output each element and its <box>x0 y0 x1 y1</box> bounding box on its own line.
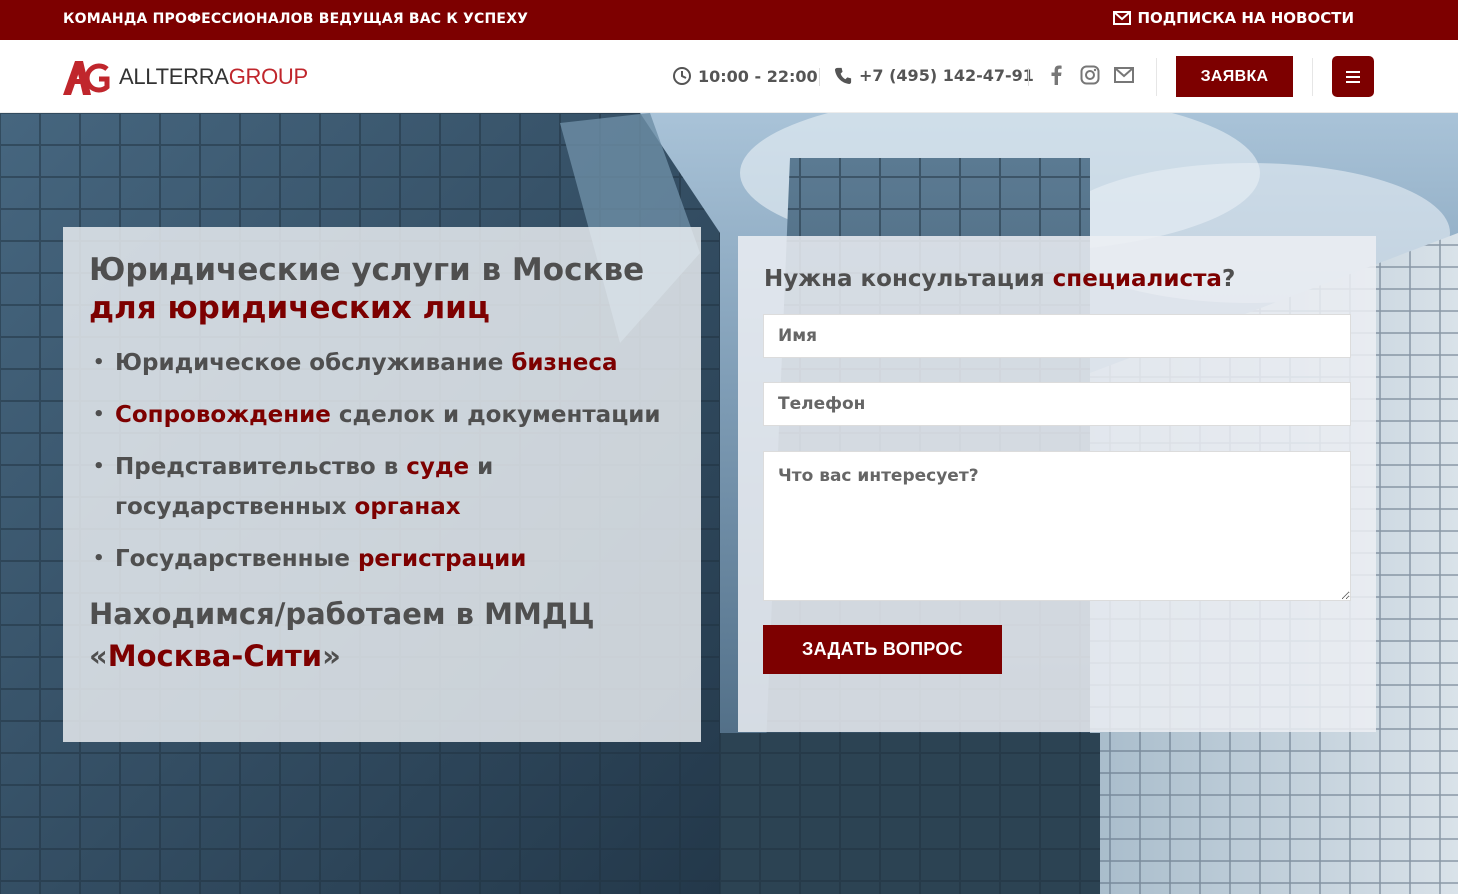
ask-question-button[interactable]: ЗАДАТЬ ВОПРОС <box>763 625 1002 674</box>
service-text: Представительство в <box>115 454 407 480</box>
hero-title-accent: для юридических лиц <box>89 290 490 326</box>
form-title-text: ? <box>1221 266 1236 292</box>
slogan: КОМАНДА ПРОФЕССИОНАЛОВ ВЕДУЩАЯ ВАС К УСП… <box>63 11 529 27</box>
service-accent: суде <box>406 454 470 480</box>
mail-icon[interactable] <box>1114 64 1134 86</box>
service-accent: регистрации <box>357 546 527 572</box>
services-card: Юридические услуги в Москве для юридичес… <box>63 227 701 742</box>
hero-title-main: Юридические услуги в Москве <box>89 252 645 288</box>
divider <box>1156 58 1157 96</box>
service-accent: Сопровождение <box>115 402 331 428</box>
logo-text-group: GROUP <box>228 64 308 89</box>
divider <box>819 68 820 86</box>
service-accent: бизнеса <box>511 350 618 376</box>
service-text: Юридическое обслуживание <box>115 350 512 376</box>
phone-field[interactable] <box>763 382 1351 426</box>
location-accent: Москва-Сити <box>107 639 323 673</box>
envelope-icon <box>1113 11 1132 25</box>
divider <box>1028 68 1029 86</box>
service-accent: органах <box>354 494 461 520</box>
instagram-icon[interactable] <box>1080 64 1100 86</box>
logo[interactable]: ALLTERRAGROUP <box>61 57 308 97</box>
hours-text: 10:00 - 22:00 <box>698 66 818 86</box>
phone-link[interactable]: +7 (495) 142-47-91 <box>834 66 1034 85</box>
subscribe-label: ПОДПИСКА НА НОВОСТИ <box>1137 9 1354 27</box>
phone-text: +7 (495) 142-47-91 <box>859 66 1034 85</box>
list-item: Юридическое обслуживание бизнеса <box>89 343 675 383</box>
name-field[interactable] <box>763 314 1351 358</box>
list-item: Государственные регистрации <box>89 539 675 579</box>
hero-title: Юридические услуги в Москве для юридичес… <box>89 251 675 327</box>
list-item: Сопровождение сделок и документации <box>89 395 675 435</box>
location-text: » <box>322 639 341 673</box>
divider <box>1312 58 1313 96</box>
consultation-form: Нужна консультация специалиста? ЗАДАТЬ В… <box>738 236 1376 732</box>
logo-wordmark: ALLTERRAGROUP <box>119 64 308 90</box>
menu-button[interactable] <box>1332 56 1374 97</box>
hero-section: Юридические услуги в Москве для юридичес… <box>0 113 1458 894</box>
form-title-accent: специалиста <box>1052 266 1222 292</box>
service-text: сделок и документации <box>330 402 661 428</box>
logo-mark-icon <box>63 61 110 95</box>
hamburger-icon <box>1346 70 1360 73</box>
facebook-icon[interactable] <box>1046 64 1066 86</box>
message-field[interactable] <box>763 451 1351 601</box>
form-title: Нужна консультация специалиста? <box>764 266 1350 292</box>
social-links <box>1046 64 1134 86</box>
clock-icon <box>673 67 691 85</box>
header: ALLTERRAGROUP 10:00 - 22:00 +7 (495) 142… <box>0 40 1458 113</box>
services-list: Юридическое обслуживание бизнеса Сопрово… <box>89 343 675 579</box>
top-bar: КОМАНДА ПРОФЕССИОНАЛОВ ВЕДУЩАЯ ВАС К УСП… <box>0 0 1458 40</box>
form-title-text: Нужна консультация <box>764 266 1053 292</box>
hamburger-line <box>1346 80 1360 83</box>
hamburger-line <box>1346 75 1360 78</box>
subscribe-link[interactable]: ПОДПИСКА НА НОВОСТИ <box>1113 9 1354 27</box>
request-button[interactable]: ЗАЯВКА <box>1176 56 1293 97</box>
list-item: Представительство в суде и государственн… <box>89 447 675 527</box>
logo-text-main: ALLTERRA <box>119 64 229 89</box>
working-hours: 10:00 - 22:00 <box>672 66 818 86</box>
location-heading: Находимся/работаем в ММДЦ «Москва-Сити» <box>89 593 675 677</box>
phone-icon <box>834 67 852 85</box>
service-text: Государственные <box>115 546 358 572</box>
